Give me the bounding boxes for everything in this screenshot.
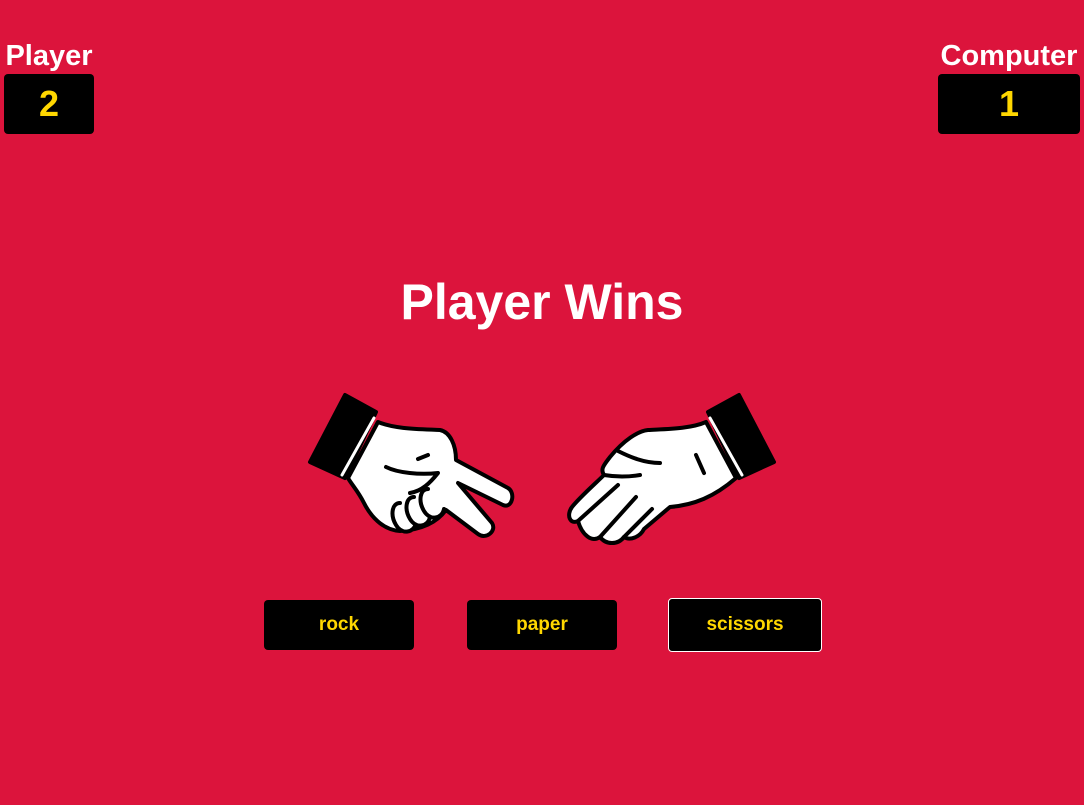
paper-button[interactable]: paper: [467, 600, 617, 650]
scissors-button[interactable]: scissors: [668, 598, 822, 652]
computer-score-label: Computer: [940, 40, 1078, 72]
scissors-hand-icon: [308, 393, 515, 538]
player-score-value: 2: [4, 74, 94, 134]
player-score-panel: Player 2: [4, 40, 94, 134]
computer-score-value: 1: [938, 74, 1080, 134]
rock-button[interactable]: rock: [264, 600, 414, 650]
game-screen: Player 2 Computer 1 Player Wins rock pap…: [0, 0, 1084, 805]
paper-hand-icon: [567, 393, 776, 545]
computer-score-panel: Computer 1: [938, 40, 1080, 134]
choice-buttons: rock paper scissors: [0, 598, 1084, 652]
hands-display: [300, 385, 784, 555]
result-message: Player Wins: [400, 274, 684, 330]
player-score-label: Player: [5, 40, 93, 72]
